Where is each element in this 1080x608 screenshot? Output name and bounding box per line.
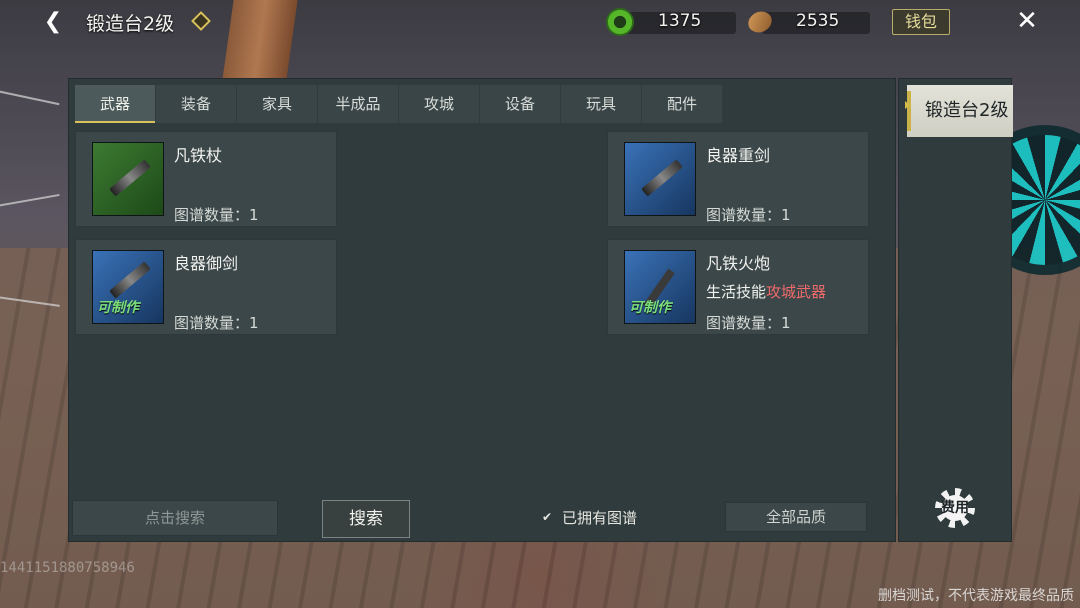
greatsword-icon <box>641 159 683 197</box>
currency-seed-value: 2535 <box>796 11 840 31</box>
quality-filter-select[interactable]: 全部品质 <box>725 502 867 532</box>
item-skill-prefix: 生活技能 <box>706 283 767 301</box>
station-tab[interactable]: 锻造台2级 <box>907 85 1013 137</box>
item-thumbnail: 可制作 <box>92 250 164 324</box>
tab-equipment[interactable]: 装备 <box>156 85 236 123</box>
item-name: 良器御剑 <box>174 254 239 273</box>
craftable-badge: 可制作 <box>97 300 139 316</box>
green-coin-icon <box>606 8 634 36</box>
background-rope <box>0 193 60 209</box>
item-recipe-count: 图谱数量：1 <box>706 314 791 332</box>
flying-sword-icon <box>109 261 151 299</box>
currency-seed: 2535 <box>744 7 870 38</box>
level-diamond-icon[interactable] <box>191 11 211 31</box>
tab-furniture[interactable]: 家具 <box>237 85 317 123</box>
item-skill-highlight: 攻城武器 <box>766 283 827 301</box>
recipe-item[interactable]: 可制作 良器御剑 图谱数量：1 <box>75 239 337 335</box>
tab-toys[interactable]: 玩具 <box>561 85 641 123</box>
item-thumbnail <box>92 142 164 216</box>
staff-icon <box>109 159 151 197</box>
item-name: 凡铁杖 <box>174 146 223 165</box>
recipe-item[interactable]: 可制作 凡铁火炮 生活技能攻城武器 图谱数量：1 <box>607 239 869 335</box>
item-thumbnail: 可制作 <box>624 250 696 324</box>
background-rope <box>0 88 60 106</box>
craftable-badge: 可制作 <box>629 300 671 316</box>
cost-settings-button[interactable]: 费用 <box>935 488 975 528</box>
check-icon: ✔ <box>541 510 553 524</box>
item-recipe-count: 图谱数量：1 <box>174 314 259 332</box>
gear-label: 费用 <box>941 500 969 516</box>
tab-weapons[interactable]: 武器 <box>75 85 155 123</box>
selected-marker-icon <box>905 101 910 109</box>
test-disclaimer: 删档测试，不代表游戏最终品质 <box>878 588 1074 604</box>
page-title: 锻造台2级 <box>86 13 175 35</box>
top-bar: ❮ 锻造台2级 1375 2535 钱包 ✕ <box>0 0 1080 44</box>
tab-semi-finished[interactable]: 半成品 <box>318 85 398 123</box>
search-input[interactable]: 点击搜索 <box>72 500 278 536</box>
tab-devices[interactable]: 设备 <box>480 85 560 123</box>
close-icon[interactable]: ✕ <box>1012 6 1042 36</box>
item-skill-line: 生活技能攻城武器 <box>706 281 826 302</box>
owned-recipes-label: 已拥有图谱 <box>562 508 638 527</box>
search-button[interactable]: 搜索 <box>322 500 410 538</box>
owned-recipes-checkbox[interactable]: ✔ 已拥有图谱 <box>540 507 637 527</box>
recipe-item[interactable]: 良器重剑 图谱数量：1 <box>607 131 869 227</box>
category-tabs: 武器 装备 家具 半成品 攻城 设备 玩具 配件 <box>75 85 723 123</box>
item-name: 凡铁火炮 <box>706 254 771 273</box>
item-recipe-count: 图谱数量：1 <box>174 206 259 224</box>
wallet-button[interactable]: 钱包 <box>892 9 950 35</box>
station-side-panel: 锻造台2级 <box>898 78 1013 542</box>
item-thumbnail <box>624 142 696 216</box>
currency-green: 1375 <box>606 8 736 36</box>
station-tab-label: 锻造台2级 <box>925 100 1009 121</box>
currency-green-value: 1375 <box>658 11 702 31</box>
item-name: 良器重剑 <box>706 146 771 165</box>
tab-accessories[interactable]: 配件 <box>642 85 722 123</box>
item-recipe-count: 图谱数量：1 <box>706 206 791 224</box>
player-id-watermark: 1441151880758946 <box>0 560 135 576</box>
back-arrow-icon[interactable]: ❮ <box>38 8 68 36</box>
recipe-panel: 武器 装备 家具 半成品 攻城 设备 玩具 配件 凡铁杖 图谱数量：1 良器重剑… <box>68 78 896 542</box>
recipe-item[interactable]: 凡铁杖 图谱数量：1 <box>75 131 337 227</box>
tab-siege[interactable]: 攻城 <box>399 85 479 123</box>
